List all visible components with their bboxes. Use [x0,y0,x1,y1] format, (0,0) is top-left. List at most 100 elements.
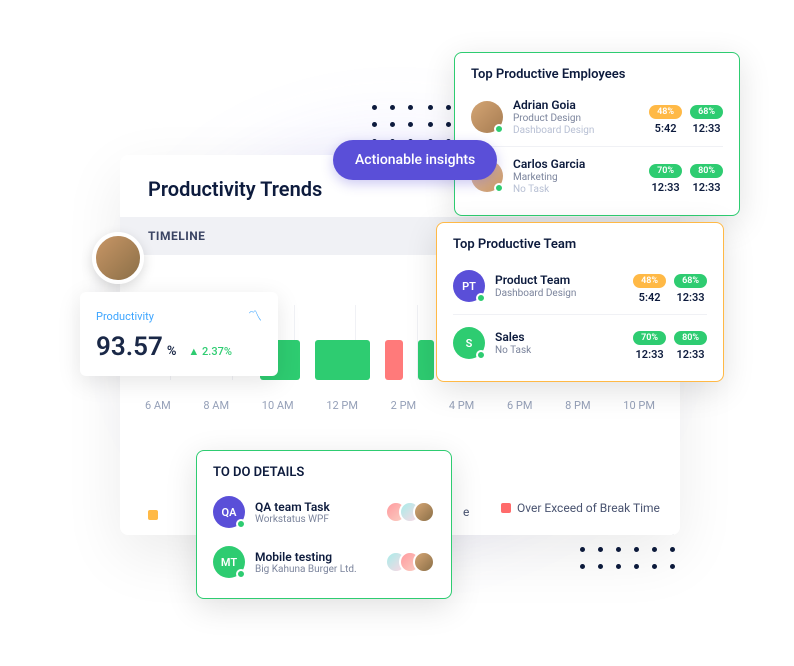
team-name: Product Team [495,273,623,287]
todo-avatar: QA [213,496,245,528]
stat-time: 12:33 [690,122,723,135]
employee-name: Adrian Goia [513,98,639,112]
avatar-initials: S [466,337,473,350]
stat-badge: 48% [633,274,666,288]
axis-tick: 8 PM [565,399,590,412]
todo-row[interactable]: QA QA team Task Workstatus WPF [213,490,435,534]
stat-time: 5:42 [633,291,666,304]
axis-tick: 4 PM [449,399,474,412]
team-task: No Task [495,344,623,357]
stat-badge: 70% [633,331,666,345]
employee-dept: Product Design [513,112,639,125]
status-dot-icon [476,350,486,360]
legend-partial-text: e [463,505,469,519]
todo-info: QA team Task Workstatus WPF [255,500,375,525]
stat-time: 5:42 [649,122,682,135]
top-employees-panel: Top Productive Employees Adrian Goia Pro… [454,52,740,216]
trend-line-icon: 〽 [248,306,262,326]
stat-badge: 48% [649,105,682,119]
time-axis: 6 AM 8 AM 10 AM 12 PM 2 PM 4 PM 6 PM 8 P… [145,399,655,412]
employee-name: Carlos Garcia [513,157,639,171]
activity-bar[interactable] [418,340,434,380]
metric-value: 93.57 [96,332,163,362]
todo-avatar: MT [213,546,245,578]
assignee-avatar [413,551,435,573]
team-row[interactable]: S Sales No Task 70% 12:33 80% 12:33 [453,314,707,367]
metric-label: Productivity [96,310,154,323]
stat-badge: 80% [690,164,723,178]
status-dot-icon [494,124,504,134]
todo-project: Big Kahuna Burger Ltd. [255,564,375,575]
employee-dept: Marketing [513,171,639,184]
activity-bar[interactable] [385,340,403,380]
top-teams-panel: Top Productive Team PT Product Team Dash… [436,222,724,382]
employee-row[interactable]: Adrian Goia Product Design Dashboard Des… [471,92,723,142]
decorative-dots [372,105,414,144]
stat-badge: 68% [690,105,723,119]
axis-tick: 6 AM [145,399,171,412]
metric-unit: % [167,344,177,359]
legend-item [148,510,158,520]
team-avatar: PT [453,270,485,302]
axis-tick: 10 PM [623,399,655,412]
panel-title: TO DO DETAILS [213,465,435,480]
axis-tick: 8 AM [203,399,229,412]
employee-row[interactable]: Carlos Garcia Marketing No Task 70% 12:3… [471,146,723,201]
activity-bar[interactable] [315,340,370,380]
user-avatar[interactable] [92,232,144,284]
panel-title: Top Productive Team [453,237,707,252]
team-task: Dashboard Design [495,287,623,300]
avatar-initials: QA [222,506,237,519]
assignee-avatars[interactable] [385,501,435,523]
avatar-initials: MT [221,556,237,569]
legend-swatch-icon [501,503,511,513]
delta-arrow-icon: ▲ [188,345,199,358]
employee-stats: 70% 12:33 80% 12:33 [649,158,723,194]
todo-name: Mobile testing [255,550,375,564]
stat-badge: 80% [674,331,707,345]
employee-info: Carlos Garcia Marketing No Task [513,157,639,195]
status-dot-icon [236,569,246,579]
stat-badge: 68% [674,274,707,288]
metric-label-row: Productivity 〽 [96,306,262,326]
employee-stats: 48% 5:42 68% 12:33 [649,99,723,135]
stat-time: 12:33 [649,181,682,194]
avatar-initials: PT [462,280,476,293]
legend-label: Over Exceed of Break Time [517,501,660,515]
team-info: Sales No Task [495,330,623,357]
status-dot-icon [236,519,246,529]
axis-tick: 12 PM [326,399,358,412]
todo-name: QA team Task [255,500,375,514]
panel-title: Top Productive Employees [471,67,723,82]
legend-item-break: Over Exceed of Break Time [501,501,660,515]
todo-project: Workstatus WPF [255,514,375,525]
team-info: Product Team Dashboard Design [495,273,623,300]
employee-info: Adrian Goia Product Design Dashboard Des… [513,98,639,136]
team-stats: 48% 5:42 68% 12:33 [633,268,707,304]
stat-time: 12:33 [674,291,707,304]
axis-tick: 2 PM [391,399,416,412]
insights-pill[interactable]: Actionable insights [333,140,497,180]
todo-row[interactable]: MT Mobile testing Big Kahuna Burger Ltd. [213,540,435,584]
employee-task: No Task [513,184,639,195]
productivity-metric-card[interactable]: Productivity 〽 93.57 % ▲ 2.37% [80,292,278,376]
team-row[interactable]: PT Product Team Dashboard Design 48% 5:4… [453,262,707,310]
assignee-avatars[interactable] [385,551,435,573]
employee-avatar [471,101,503,133]
stat-time: 12:33 [690,181,723,194]
team-stats: 70% 12:33 80% 12:33 [633,325,707,361]
axis-tick: 6 PM [507,399,532,412]
todo-details-panel: TO DO DETAILS QA QA team Task Workstatus… [196,450,452,599]
status-dot-icon [494,183,504,193]
status-dot-icon [476,293,486,303]
stat-time: 12:33 [633,348,666,361]
team-avatar: S [453,327,485,359]
employee-task: Dashboard Design [513,125,639,136]
stat-time: 12:33 [674,348,707,361]
axis-tick: 10 AM [262,399,294,412]
todo-info: Mobile testing Big Kahuna Burger Ltd. [255,550,375,575]
stat-badge: 70% [649,164,682,178]
team-name: Sales [495,330,623,344]
metric-delta: ▲ 2.37% [188,345,232,358]
legend-swatch-icon [148,510,158,520]
